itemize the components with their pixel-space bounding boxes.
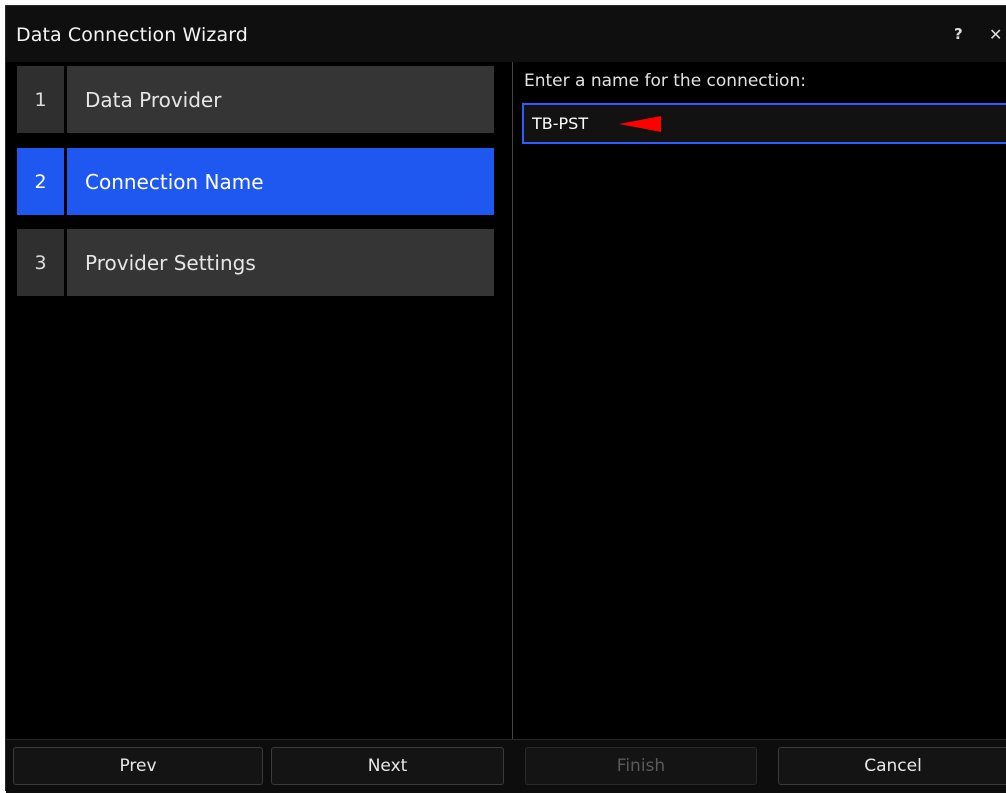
wizard-window: Data Connection Wizard ? ✕ 1 Data Provid… [5,5,1006,793]
connection-name-input[interactable] [522,103,1006,144]
connection-name-prompt: Enter a name for the connection: [524,71,806,91]
step-label: Provider Settings [67,229,494,296]
next-button[interactable]: Next [271,747,504,785]
help-button[interactable]: ? [954,25,963,43]
step-data-provider[interactable]: 1 Data Provider [17,66,494,133]
red-left-arrow-icon [619,116,661,132]
step-number: 1 [17,66,64,133]
step-label: Data Provider [67,66,494,133]
cancel-button[interactable]: Cancel [778,747,1006,785]
step-connection-name[interactable]: 2 Connection Name [17,148,494,215]
step-number: 2 [17,148,64,215]
close-button[interactable]: ✕ [989,25,1002,44]
step-label: Connection Name [67,148,494,215]
finish-button[interactable]: Finish [525,747,757,785]
button-bar: Prev Next Finish Cancel [6,739,1006,793]
steps-panel: 1 Data Provider 2 Connection Name 3 Prov… [6,6,513,746]
prev-button[interactable]: Prev [13,747,263,785]
step-provider-settings[interactable]: 3 Provider Settings [17,229,494,296]
panel-divider [512,62,513,740]
step-number: 3 [17,229,64,296]
